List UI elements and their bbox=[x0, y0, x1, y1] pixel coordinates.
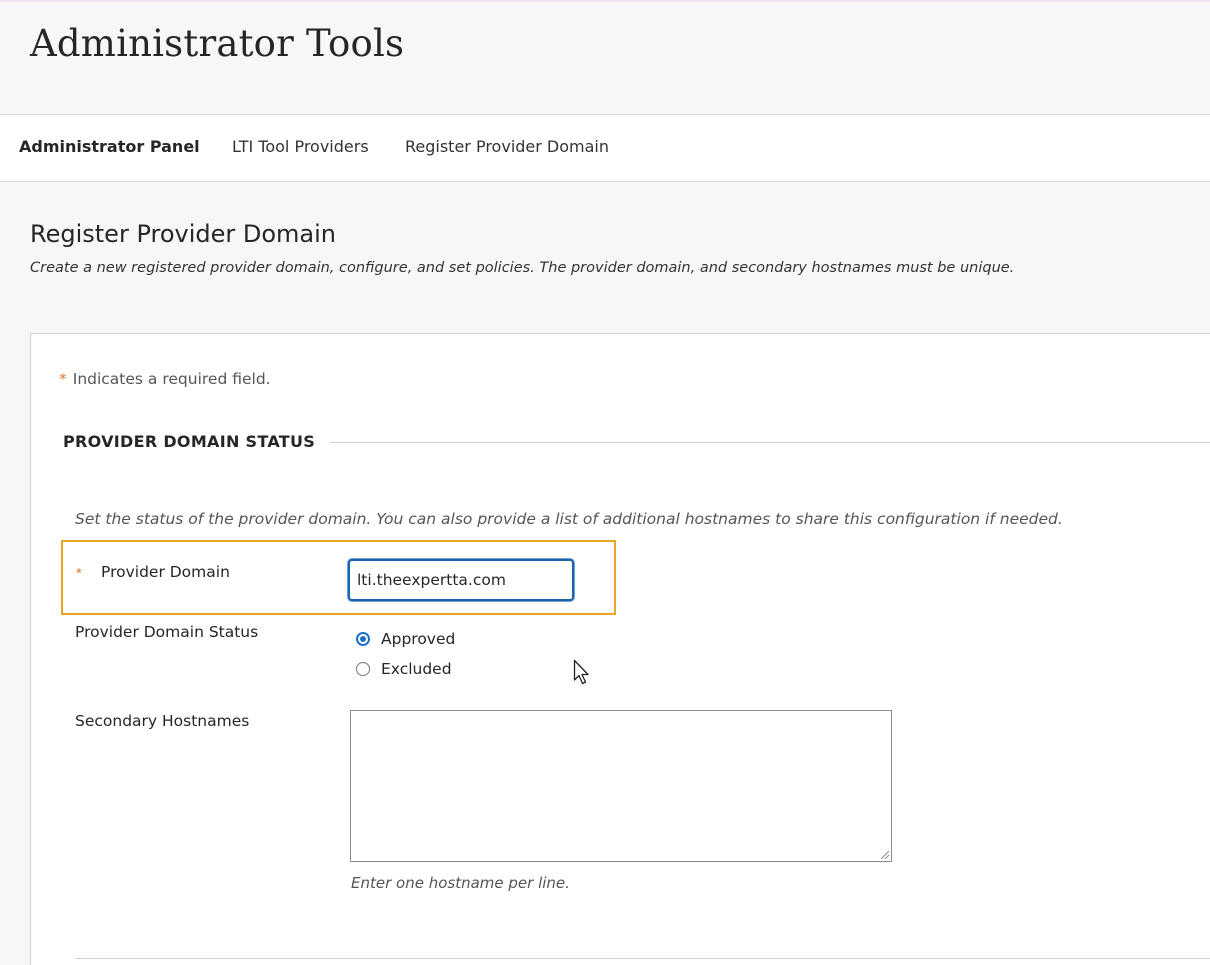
secondary-hostnames-textarea[interactable] bbox=[350, 710, 892, 862]
section-title: Register Provider Domain bbox=[30, 220, 337, 248]
resize-grip-icon[interactable] bbox=[879, 849, 890, 860]
secondary-hostnames-label: Secondary Hostnames bbox=[75, 712, 250, 730]
required-field-note: * Indicates a required field. bbox=[59, 370, 271, 388]
breadcrumb: Administrator Panel LTI Tool Providers R… bbox=[0, 115, 1210, 182]
form-panel: * Indicates a required field. PROVIDER DO… bbox=[30, 333, 1210, 965]
fieldset-divider bbox=[330, 442, 1210, 443]
section-description: Create a new registered provider domain,… bbox=[30, 260, 1015, 276]
provider-domain-label: Provider Domain bbox=[101, 563, 230, 581]
breadcrumb-lti-tool-providers[interactable]: LTI Tool Providers bbox=[232, 137, 369, 156]
radio-unchecked-icon[interactable] bbox=[356, 662, 370, 676]
status-option-excluded-label: Excluded bbox=[381, 660, 452, 678]
status-option-approved[interactable]: Approved bbox=[356, 630, 455, 648]
status-option-excluded[interactable]: Excluded bbox=[356, 660, 452, 678]
provider-domain-input[interactable] bbox=[348, 559, 574, 601]
status-option-approved-label: Approved bbox=[381, 630, 456, 648]
mouse-cursor-icon bbox=[573, 659, 589, 685]
required-note-text: Indicates a required field. bbox=[72, 370, 271, 388]
fieldset-title: PROVIDER DOMAIN STATUS bbox=[63, 432, 316, 451]
breadcrumb-administrator-panel[interactable]: Administrator Panel bbox=[19, 137, 200, 156]
form-bottom-divider bbox=[75, 958, 1210, 959]
secondary-hostnames-hint: Enter one hostname per line. bbox=[351, 874, 570, 892]
page-title: Administrator Tools bbox=[30, 22, 405, 65]
radio-checked-icon[interactable] bbox=[356, 632, 370, 646]
fieldset-description: Set the status of the provider domain. Y… bbox=[75, 510, 1063, 528]
provider-domain-required-icon: * bbox=[76, 565, 82, 582]
required-star-icon: * bbox=[59, 370, 67, 388]
provider-domain-status-label: Provider Domain Status bbox=[75, 623, 259, 641]
breadcrumb-register-provider-domain[interactable]: Register Provider Domain bbox=[405, 137, 609, 156]
page-header: Administrator Tools bbox=[0, 2, 1210, 115]
